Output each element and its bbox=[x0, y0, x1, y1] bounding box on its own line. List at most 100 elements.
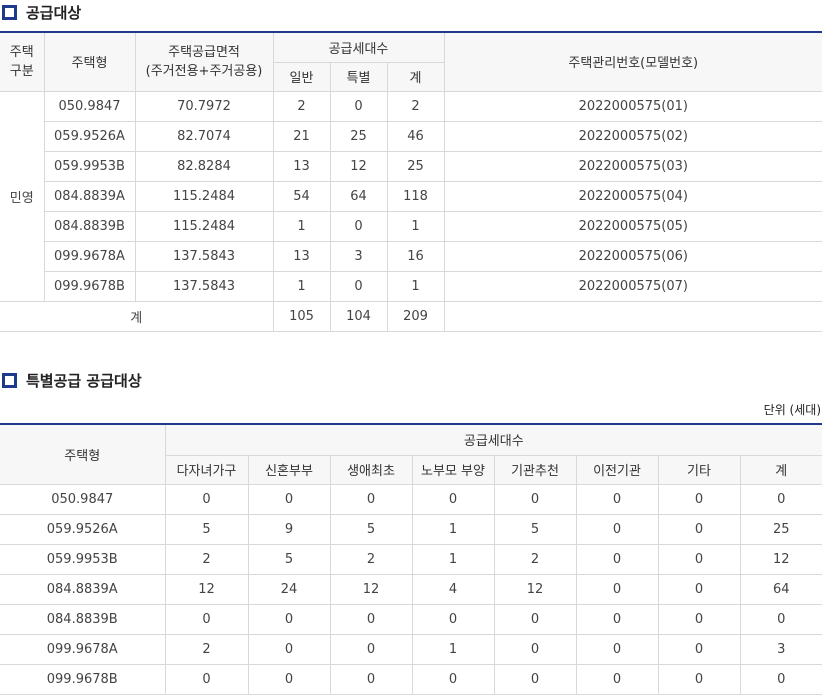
table-row: 099.9678B 0 0 0 0 0 0 0 0 bbox=[0, 663, 823, 695]
sum-total: 209 bbox=[386, 300, 445, 332]
value-cell: 12 bbox=[493, 573, 577, 605]
general-cell: 21 bbox=[272, 120, 331, 152]
value-cell: 1 bbox=[411, 543, 495, 575]
header-supply-area: 주택공급면적 (주거전용+주거공용) bbox=[134, 31, 274, 92]
header-supply-count: 공급세대수 bbox=[164, 423, 823, 456]
general-cell: 54 bbox=[272, 180, 331, 212]
table-row: 059.9953B 2 5 2 1 2 0 0 12 bbox=[0, 543, 823, 575]
value-cell: 0 bbox=[575, 483, 659, 515]
sum-label: 계 bbox=[0, 300, 274, 332]
value-cell: 0 bbox=[657, 603, 741, 635]
table-row: 084.8839B 0 0 0 0 0 0 0 0 bbox=[0, 603, 823, 635]
value-cell: 0 bbox=[493, 633, 577, 665]
table-row: 민영 050.9847 70.7972 2 0 2 2022000575(01) bbox=[0, 90, 823, 302]
value-cell: 0 bbox=[657, 633, 741, 665]
model-cell: 2022000575(03) bbox=[443, 150, 823, 182]
section-title-special-supply: 특별공급 공급대상 bbox=[0, 368, 142, 392]
value-cell: 0 bbox=[247, 603, 331, 635]
section-title-text: 공급대상 bbox=[26, 3, 82, 22]
value-cell: 25 bbox=[739, 513, 823, 545]
value-cell: 0 bbox=[164, 483, 249, 515]
value-cell: 0 bbox=[411, 483, 495, 515]
value-cell: 0 bbox=[164, 663, 249, 695]
value-cell: 0 bbox=[493, 663, 577, 695]
value-cell: 0 bbox=[247, 483, 331, 515]
type-cell: 084.8839B bbox=[44, 210, 136, 242]
value-cell: 0 bbox=[329, 663, 413, 695]
special-cell: 0 bbox=[329, 210, 388, 242]
value-cell: 2 bbox=[164, 543, 249, 575]
table-row: 099.9678A 2 0 0 1 0 0 0 3 bbox=[0, 633, 823, 665]
value-cell: 12 bbox=[739, 543, 823, 575]
general-cell: 13 bbox=[272, 240, 331, 272]
header-model-number: 주택관리번호(모델번호) bbox=[443, 31, 823, 92]
total-cell: 118 bbox=[386, 180, 445, 212]
table-row: 059.9953B 82.8284 13 12 25 2022000575(03… bbox=[0, 150, 823, 182]
table-row: 084.8839B 115.2484 1 0 1 2022000575(05) bbox=[0, 210, 823, 242]
square-bullet-icon bbox=[2, 4, 17, 20]
value-cell: 0 bbox=[739, 663, 823, 695]
value-cell: 5 bbox=[247, 543, 331, 575]
value-cell: 0 bbox=[493, 603, 577, 635]
value-cell: 0 bbox=[657, 543, 741, 575]
value-cell: 0 bbox=[575, 513, 659, 545]
value-cell: 0 bbox=[739, 603, 823, 635]
value-cell: 1 bbox=[411, 633, 495, 665]
value-cell: 2 bbox=[329, 543, 413, 575]
table-row: 084.8839A 115.2484 54 64 118 2022000575(… bbox=[0, 180, 823, 212]
value-cell: 0 bbox=[247, 633, 331, 665]
special-supply-table: 주택형 공급세대수 다자녀가구 신혼부부 생애최초 노부모 부양 기관추천 이전… bbox=[0, 423, 823, 695]
header-house-type: 주택형 bbox=[0, 423, 166, 485]
value-cell: 0 bbox=[657, 663, 741, 695]
value-cell: 0 bbox=[739, 483, 823, 515]
header-multi-child: 다자녀가구 bbox=[165, 454, 249, 485]
header-house-category: 주택 구분 bbox=[0, 31, 45, 92]
general-cell: 1 bbox=[272, 210, 331, 242]
type-cell: 099.9678A bbox=[0, 633, 166, 665]
table-row: 099.9678A 137.5843 13 3 16 2022000575(06… bbox=[0, 240, 823, 272]
general-cell: 13 bbox=[272, 150, 331, 182]
category-cell: 민영 bbox=[0, 90, 45, 302]
section-title-text: 특별공급 공급대상 bbox=[26, 371, 142, 390]
type-cell: 059.9526A bbox=[0, 513, 166, 545]
area-cell: 70.7972 bbox=[134, 90, 274, 122]
value-cell: 0 bbox=[575, 633, 659, 665]
special-cell: 25 bbox=[329, 120, 388, 152]
total-cell: 16 bbox=[386, 240, 445, 272]
area-cell: 115.2484 bbox=[134, 210, 274, 242]
value-cell: 3 bbox=[739, 633, 823, 665]
section-title-supply: 공급대상 bbox=[0, 0, 81, 24]
model-cell: 2022000575(02) bbox=[443, 120, 823, 152]
value-cell: 0 bbox=[657, 573, 741, 605]
header-institution-recommend: 기관추천 bbox=[493, 454, 577, 485]
type-cell: 059.9953B bbox=[44, 150, 136, 182]
type-cell: 059.9526A bbox=[44, 120, 136, 152]
value-cell: 1 bbox=[411, 513, 495, 545]
total-cell: 25 bbox=[386, 150, 445, 182]
value-cell: 0 bbox=[575, 603, 659, 635]
value-cell: 5 bbox=[493, 513, 577, 545]
special-cell: 3 bbox=[329, 240, 388, 272]
square-bullet-icon bbox=[2, 372, 17, 388]
header-total: 계 bbox=[739, 454, 823, 485]
model-cell: 2022000575(07) bbox=[443, 270, 823, 302]
special-cell: 0 bbox=[329, 90, 388, 122]
supply-table: 주택 구분 주택형 주택공급면적 (주거전용+주거공용) 공급세대수 주택관리번호(… bbox=[0, 31, 823, 332]
value-cell: 0 bbox=[329, 603, 413, 635]
header-newlywed: 신혼부부 bbox=[247, 454, 331, 485]
header-first-home: 생애최초 bbox=[329, 454, 413, 485]
value-cell: 0 bbox=[575, 543, 659, 575]
general-cell: 2 bbox=[272, 90, 331, 122]
type-cell: 084.8839B bbox=[0, 603, 166, 635]
value-cell: 0 bbox=[411, 603, 495, 635]
area-cell: 137.5843 bbox=[134, 240, 274, 272]
type-cell: 099.9678B bbox=[44, 270, 136, 302]
header-elderly-parent: 노부모 부양 bbox=[411, 454, 495, 485]
value-cell: 0 bbox=[493, 483, 577, 515]
table-row: 059.9526A 82.7074 21 25 46 2022000575(02… bbox=[0, 120, 823, 152]
type-cell: 099.9678B bbox=[0, 663, 166, 695]
type-cell: 084.8839A bbox=[44, 180, 136, 212]
value-cell: 64 bbox=[739, 573, 823, 605]
header-relocated-institution: 이전기관 bbox=[575, 454, 659, 485]
value-cell: 2 bbox=[493, 543, 577, 575]
